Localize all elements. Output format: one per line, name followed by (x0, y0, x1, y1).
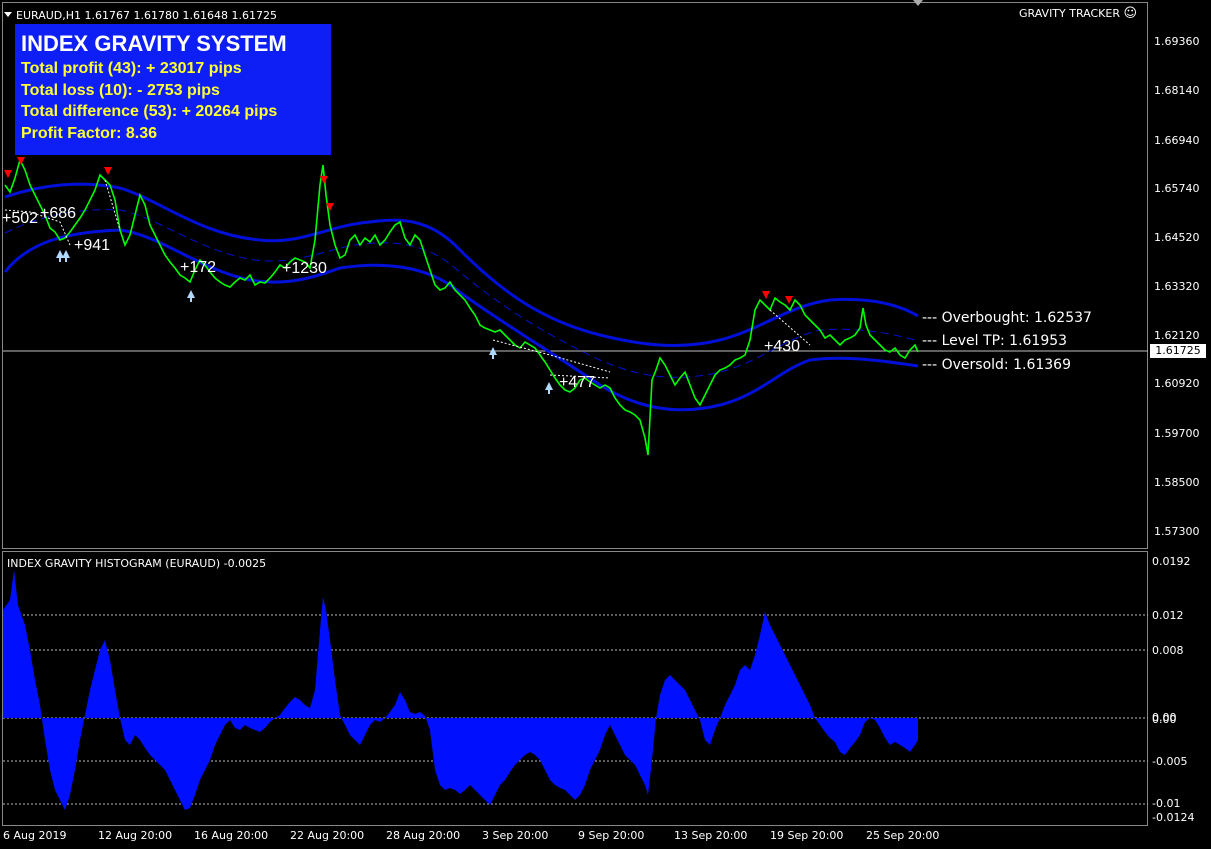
date-tick: 16 Aug 20:00 (194, 829, 269, 842)
hist-tick: -0.01 (1152, 797, 1181, 810)
total-loss: Total loss (10): - 2753 pips (21, 81, 220, 99)
total-profit: Total profit (43): + 23017 pips (21, 60, 242, 77)
date-tick: 28 Aug 20:00 (386, 829, 461, 842)
hist-tick: -0.005 (1152, 755, 1188, 768)
scroll-marker-icon[interactable] (913, 0, 923, 6)
chart-header: EURAUD,H1 1.61767 1.61780 1.61648 1.6172… (4, 4, 277, 23)
price-tick: 1.58500 (1154, 476, 1200, 489)
total-difference: Total difference (53): + 20264 pips (21, 103, 278, 120)
current-price-badge: 1.61725 (1150, 344, 1206, 358)
gravity-histogram (3, 570, 918, 810)
symbol-info: EURAUD,H1 1.61767 1.61780 1.61648 1.6172… (16, 9, 277, 22)
hist-tick: 0.0192 (1152, 555, 1191, 568)
upper-band (4, 182, 919, 347)
date-tick: 9 Sep 20:00 (578, 829, 645, 842)
price-tick: 1.66940 (1154, 134, 1200, 147)
date-tick: 19 Sep 20:00 (770, 829, 844, 842)
trade-label: +686 (40, 205, 77, 222)
price-tick: 1.69360 (1154, 35, 1200, 48)
date-tick: 3 Sep 20:00 (482, 829, 549, 842)
trade-label: +502 (2, 210, 39, 227)
date-tick: 6 Aug 2019 (3, 829, 67, 842)
tracker-label: GRAVITY TRACKER (1019, 7, 1120, 20)
hist-tick: 0.012 (1152, 609, 1184, 622)
price-tick: 1.63320 (1154, 280, 1200, 293)
hist-tick: 0.008 (1152, 644, 1184, 657)
lower-band (3, 228, 919, 412)
price-tick: 1.57300 (1154, 525, 1200, 538)
price-tick: 1.62120 (1154, 329, 1200, 342)
date-tick: 25 Sep 20:00 (866, 829, 940, 842)
price-line (4, 157, 919, 456)
profit-factor: Profit Factor: 8.36 (21, 124, 158, 142)
date-tick: 12 Aug 20:00 (98, 829, 173, 842)
trade-line (492, 339, 611, 373)
trade-label: +477 (559, 374, 596, 391)
menu-triangle-icon[interactable] (4, 12, 12, 17)
smiley-icon: ☺ (1123, 6, 1138, 21)
gravity-tracker: GRAVITY TRACKER ☺ (1019, 6, 1137, 21)
trade-label: +430 (764, 338, 801, 355)
price-tick: 1.60920 (1154, 377, 1200, 390)
level-tp: --- Level TP: 1.61953 (922, 333, 1068, 349)
price-tick: 1.65740 (1154, 182, 1200, 195)
date-tick: 13 Sep 20:00 (674, 829, 748, 842)
hist-tick: -0.0124 (1152, 811, 1195, 824)
price-tick: 1.59700 (1154, 427, 1200, 440)
trade-label: +1230 (282, 260, 327, 277)
sell-arrows (4, 147, 793, 304)
price-tick: 1.64520 (1154, 231, 1200, 244)
trade-label: +941 (74, 237, 111, 254)
stats-panel: INDEX GRAVITY SYSTEM Total profit (43): … (15, 24, 331, 155)
date-tick: 22 Aug 20:00 (290, 829, 365, 842)
indicator-title: INDEX GRAVITY HISTOGRAM (EURAUD) -0.0025 (7, 557, 267, 570)
oversold-level: --- Oversold: 1.61369 (922, 357, 1071, 373)
price-tick: 1.68140 (1154, 84, 1200, 97)
hist-tick: 0.00 (1152, 713, 1177, 726)
overbought-level: --- Overbought: 1.62537 (922, 310, 1092, 326)
trade-label: +172 (180, 259, 217, 276)
stats-title: INDEX GRAVITY SYSTEM (21, 31, 287, 56)
